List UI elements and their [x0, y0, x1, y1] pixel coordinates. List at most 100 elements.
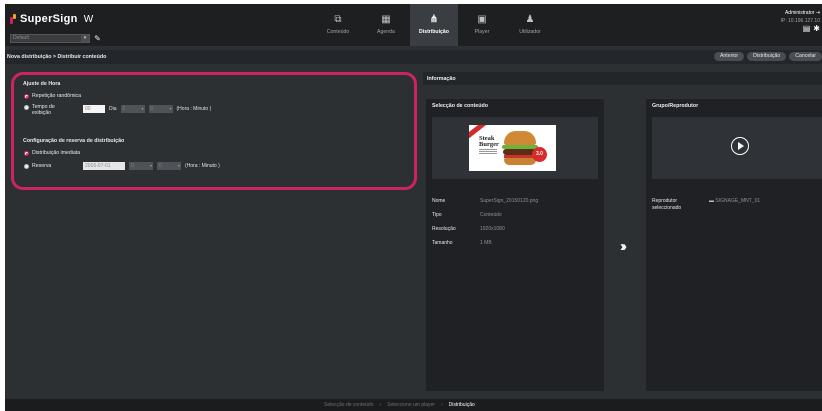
document-icon[interactable]: ▤	[803, 25, 811, 33]
burger-bun-bottom	[504, 158, 536, 165]
player-preview-area	[652, 117, 822, 179]
thumb-text-lines	[479, 149, 497, 157]
information-title: Informação	[427, 76, 456, 82]
distribution-settings-panel: Ajuste de Hora Repetição randômica Tempo…	[11, 72, 417, 190]
step-distribution: Distribuição	[448, 402, 475, 408]
duration-hour-select[interactable]: 0 ▾	[120, 105, 145, 113]
brand-name: SuperSign	[20, 13, 78, 25]
reserve-option[interactable]: Reserva	[24, 163, 51, 169]
content-type-key: Tipo	[432, 212, 442, 218]
content-resolution-key: Resolução	[432, 226, 456, 232]
content-name-value: SuperSign_20150120.png	[480, 198, 539, 204]
duration-option[interactable]: Tempo de exibição	[24, 104, 66, 116]
schedule-settings-title: Configuração de reserva de distribuição	[23, 138, 125, 144]
duration-minute-select[interactable]: 0 ▾	[148, 105, 173, 113]
selected-player-row: Reprodutor seleccionado ▬ SIGNAGE_MNT_01	[652, 198, 822, 218]
reserve-hour-value: 0	[131, 163, 134, 169]
player-group-panel: Grupo/Reprodutor Reprodutor seleccionado…	[646, 99, 822, 391]
reserve-date-input[interactable]: 2016-07-01	[83, 162, 125, 170]
group-select[interactable]: Default ▾	[10, 34, 90, 43]
day-label: Dia	[109, 106, 117, 112]
logout-icon[interactable]: ⇥	[816, 10, 820, 16]
nav-player[interactable]: ▣ Player	[458, 4, 506, 46]
nav-user[interactable]: ♟ Utilizador	[506, 4, 554, 46]
reserve-minute-select[interactable]: 0 ▾	[157, 162, 181, 170]
player-icon: ▣	[477, 14, 487, 25]
user-icon: ♟	[525, 14, 535, 25]
duration-label: Tempo de exibição	[32, 104, 55, 116]
cancel-button[interactable]: Cancelar	[789, 52, 822, 61]
price-badge: 3.0	[532, 147, 547, 162]
play-icon[interactable]	[731, 137, 749, 155]
random-repeat-option[interactable]: Repetição randômica	[24, 93, 81, 99]
content-panel-title: Selecção de conteúdo	[432, 103, 488, 109]
nav-content[interactable]: ⧉ Conteúdo	[314, 4, 362, 46]
random-repeat-label: Repetição randômica	[32, 93, 82, 99]
nav-distribution-label: Distribuição	[419, 29, 449, 35]
user-name[interactable]: Administrator	[785, 10, 814, 16]
radio-unselected-icon[interactable]	[24, 163, 29, 169]
day-input[interactable]: 00	[83, 105, 105, 113]
next-step-arrow-icon: ››	[620, 238, 627, 255]
content-type-value: Conteúdo	[480, 212, 502, 218]
selected-player-key: Reprodutor seleccionado	[652, 198, 682, 211]
immediate-option[interactable]: Distribuição imediata	[24, 150, 80, 156]
nav-distribution[interactable]: ⋔ Distribuição	[410, 4, 458, 46]
content-icon: ⧉	[334, 14, 342, 25]
nav-agenda-label: Agenda	[377, 29, 395, 35]
group-select-value: Default	[13, 35, 29, 41]
edit-pencil-icon[interactable]: ✎	[93, 34, 102, 43]
reserve-label: Reserva	[32, 163, 52, 169]
main-nav: ⧉ Conteúdo ▦ Agenda ⋔ Distribuição ▣ Pla…	[314, 4, 554, 46]
content-thumbnail[interactable]: Steak Burger 3.0	[469, 125, 556, 171]
brand-edition: W	[83, 13, 94, 25]
app-window: SuperSign W Default ▾ ✎ ⧉ Conteúdo ▦ Age…	[5, 4, 822, 411]
nav-agenda[interactable]: ▦ Agenda	[362, 4, 410, 46]
step-content-selection: Selecção de conteúdo	[324, 402, 374, 408]
chevron-down-icon: ▾	[81, 35, 89, 42]
nav-content-label: Conteúdo	[326, 29, 350, 35]
reserve-inputs: 2016-07-01 0 ▾ 0 ▾ (Hora : Minuto )	[83, 162, 220, 170]
nav-user-label: Utilizador	[519, 29, 541, 35]
monitor-icon: ▬	[709, 198, 714, 204]
thumb-title-line2: Burger	[479, 141, 499, 148]
chevron-down-icon: ▾	[169, 106, 172, 111]
radio-selected-icon[interactable]	[24, 150, 29, 156]
thumb-title: Steak Burger	[479, 135, 499, 148]
information-header: Informação	[423, 72, 822, 85]
radio-unselected-icon[interactable]	[24, 105, 29, 110]
logo-mark-icon	[10, 14, 17, 24]
nav-player-label: Player	[474, 29, 490, 35]
selected-player-name: SIGNAGE_MNT_01	[715, 198, 761, 204]
content-resolution-value: 1920x1080	[480, 226, 505, 232]
previous-button[interactable]: Anterior	[713, 52, 745, 61]
burger-bun-top	[504, 131, 536, 145]
gear-icon[interactable]: ✱	[813, 25, 820, 33]
content-size-key: Tamanho	[432, 240, 453, 246]
chevron-down-icon: ▾	[141, 106, 144, 111]
distribute-button[interactable]: Distribuição	[747, 52, 787, 61]
wizard-steps: Selecção de conteúdo › Seleccione um pla…	[324, 402, 475, 408]
radio-selected-icon[interactable]	[24, 93, 29, 99]
immediate-label: Distribuição imediata	[32, 150, 81, 156]
chevron-right-icon: ›	[440, 402, 443, 408]
top-bar: SuperSign W Default ▾ ✎ ⧉ Conteúdo ▦ Age…	[5, 4, 822, 46]
reserve-minute-value: 0	[159, 163, 162, 169]
calendar-icon: ▦	[381, 14, 391, 25]
content-preview-area: Steak Burger 3.0	[432, 117, 598, 179]
chevron-right-icon: ›	[379, 402, 382, 408]
chevron-down-icon: ▾	[149, 163, 152, 168]
reserve-unit-hint: (Hora : Minuto )	[185, 163, 220, 169]
distribution-icon: ⋔	[429, 14, 439, 25]
content-name-key: Nome	[432, 198, 446, 204]
content-size-value: 1 MB	[480, 240, 492, 246]
duration-minute-value: 0	[150, 106, 154, 112]
selected-player-value: ▬ SIGNAGE_MNT_01	[709, 198, 760, 204]
step-select-player: Seleccione um player	[387, 402, 435, 408]
user-box: Administrator ⇥ IP: 10.196.127.10 ▤ ✱	[781, 9, 820, 33]
breadcrumb-bar: Nova distribuição > Distribuir conteúdo …	[5, 50, 822, 64]
reserve-hour-select[interactable]: 0 ▾	[129, 162, 153, 170]
content-selection-panel: Selecção de conteúdo Steak Burger 3.0 No…	[426, 99, 604, 391]
duration-unit-hint: (Hora : Minuto )	[176, 106, 212, 112]
logo: SuperSign W	[10, 13, 93, 25]
